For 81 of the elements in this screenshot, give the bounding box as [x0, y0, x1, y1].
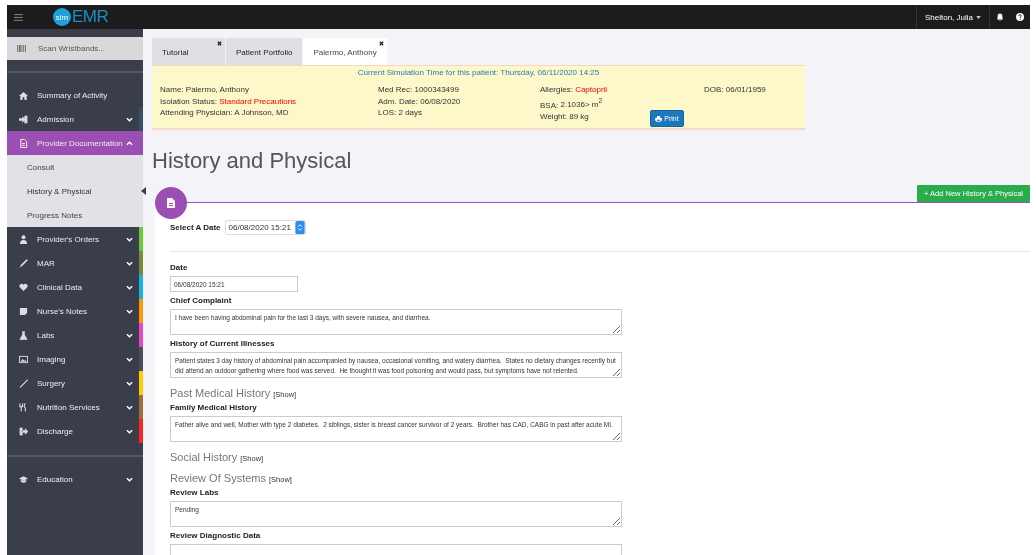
- heart-icon: [19, 282, 28, 292]
- chevron-icon: [126, 308, 133, 314]
- flask-icon: [19, 330, 28, 340]
- sidebar-item[interactable]: MAR: [7, 251, 143, 275]
- patient-detail: BSA: 2.1036> m$^{2}$: [540, 96, 604, 111]
- tab[interactable]: Palermo, Anthony: [303, 38, 387, 65]
- sidebar-item[interactable]: Surgery: [7, 371, 143, 395]
- help-icon[interactable]: [1016, 13, 1024, 21]
- field-label: Review Diagnostic Data: [170, 531, 261, 540]
- field-label: Review Labs: [170, 488, 219, 497]
- field-label: Family Medical History: [170, 403, 257, 412]
- sidebar-item[interactable]: Labs: [7, 323, 143, 347]
- submenu-item[interactable]: Consult: [7, 155, 143, 179]
- patient-detail: Name: Palermo, Anthony: [160, 84, 250, 96]
- section-heading: Social History: [170, 451, 238, 463]
- document-icon: [167, 198, 175, 208]
- sidebar-item[interactable]: Clinical Data: [7, 275, 143, 299]
- spinner-icon: [294, 221, 305, 234]
- patient-detail: Weight: 89 kg: [540, 110, 590, 123]
- chevron-icon: [126, 116, 133, 122]
- sidebar-item[interactable]: Discharge: [7, 419, 143, 443]
- sign-out-icon: [19, 426, 28, 436]
- sidebar-item[interactable]: Nutrition Services: [7, 395, 143, 419]
- field-label: History of Current Illnesses: [170, 339, 275, 348]
- submenu-item[interactable]: Progress Notes: [7, 203, 143, 227]
- note-icon: [19, 306, 28, 316]
- section-heading: Review Of Systems: [170, 472, 266, 484]
- sidebar-item[interactable]: Admission: [7, 107, 143, 131]
- sidebar-item[interactable]: Provider's Orders: [7, 227, 143, 251]
- field-label: Date: [170, 263, 188, 272]
- chevron-icon: [126, 380, 133, 386]
- sidebar-item[interactable]: Summary of Activity: [7, 83, 143, 107]
- sidebar-item[interactable]: Provider Documentation: [7, 131, 143, 155]
- chevron-icon: [126, 260, 133, 266]
- chevron-icon: [126, 284, 133, 290]
- sign-in-icon: [19, 114, 28, 124]
- chevron-icon: [126, 332, 133, 338]
- home-icon: [19, 90, 28, 100]
- person-icon: [19, 234, 28, 244]
- bell-icon[interactable]: [996, 13, 1004, 21]
- image-icon: [19, 354, 28, 364]
- utensils-icon: [19, 402, 28, 412]
- knife-icon: [19, 378, 28, 388]
- logo-text: EMR: [72, 7, 109, 27]
- patient-detail: LOS: 2 days: [378, 107, 424, 119]
- document-icon: [19, 138, 28, 148]
- page-title: History and Physical: [152, 147, 353, 175]
- sidebar-item[interactable]: Imaging: [7, 347, 143, 371]
- patient-detail: Attending Physician: A Johnson, MD: [160, 107, 290, 119]
- date-select[interactable]: 06/08/2020 15:21: [224, 220, 306, 235]
- chevron-icon: [126, 428, 133, 434]
- printer-icon: [655, 115, 663, 122]
- patient-detail: Allergies: Captopril: [540, 84, 609, 96]
- logo-badge: sim: [53, 8, 71, 26]
- sidebar-item[interactable]: Education: [7, 467, 143, 491]
- tab[interactable]: Patient Portfolio: [226, 38, 303, 65]
- close-icon[interactable]: [378, 41, 384, 46]
- pen-icon: [19, 258, 28, 268]
- chevron-icon: [126, 404, 133, 410]
- pointer-icon: [141, 187, 146, 195]
- caret-icon: [976, 15, 981, 19]
- chevron-icon: [126, 476, 133, 482]
- patient-detail: Med Rec: 1000343499: [378, 84, 460, 96]
- field-label: Chief Complaint: [170, 296, 232, 305]
- chevron-icon: [126, 236, 133, 242]
- patient-detail: Isolation Status: Standard Precautions: [160, 95, 298, 107]
- menu-icon[interactable]: [14, 13, 23, 21]
- patient-detail: Adm. Date: 06/08/2020: [378, 95, 462, 107]
- field-label: Select A Date: [170, 223, 221, 232]
- simulation-time: Current Simulation Time for this patient: Thursday, 06/11/2020 14:25: [356, 68, 601, 77]
- sidebar-item[interactable]: Nurse's Notes: [7, 299, 143, 323]
- submenu-item[interactable]: History & Physical: [7, 179, 143, 203]
- chevron-icon: [126, 356, 133, 362]
- patient-detail: DOB: 06/01/1959: [704, 84, 767, 96]
- chevron-icon: [126, 140, 133, 146]
- barcode-icon: [17, 45, 26, 52]
- scan-field[interactable]: Scan Wristbands...: [7, 37, 143, 60]
- section-heading: Past Medical History: [170, 387, 271, 399]
- close-icon[interactable]: [217, 41, 222, 46]
- graduation-cap-icon: [19, 474, 28, 484]
- tab[interactable]: Tutorial: [152, 38, 225, 65]
